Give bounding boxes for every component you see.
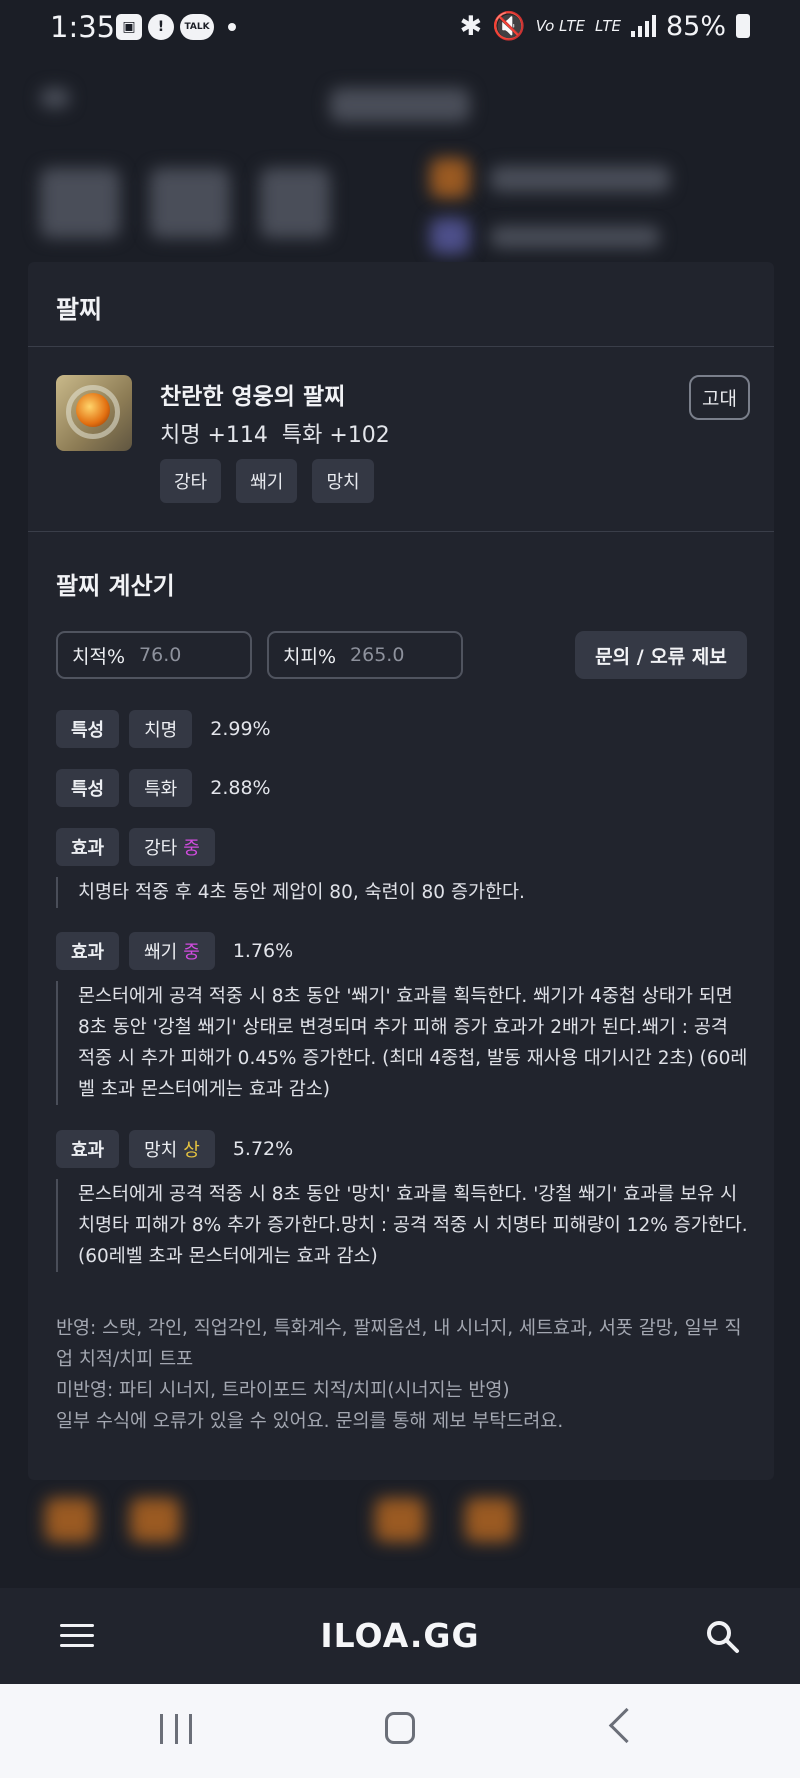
blurred-text bbox=[490, 166, 670, 192]
note-disclaimer: 일부 수식에 오류가 있을 수 있어요. 문의를 통해 제보 부탁드려요. bbox=[56, 1411, 564, 1432]
modal-title: 팔찌 bbox=[56, 295, 103, 324]
status-bar: 1:35 ▣ ! TALK ✱ 🔇 Vo LTE LTE 85% bbox=[0, 0, 800, 58]
row-type-chip: 효과 bbox=[56, 1130, 120, 1168]
crit-rate-label: 치적% bbox=[72, 645, 126, 668]
blurred-text bbox=[490, 226, 660, 248]
effect-name: 쐐기 bbox=[144, 942, 178, 963]
row-type-chip: 효과 bbox=[56, 932, 120, 970]
blurred-icon bbox=[375, 1498, 425, 1542]
alert-icon: ! bbox=[148, 14, 174, 40]
stat-row-specialization: 특성 특화 2.88% bbox=[56, 769, 271, 807]
crit-damage-value: 265.0 bbox=[350, 644, 405, 666]
item-stat-crit: 치명 +114 bbox=[160, 423, 268, 448]
grade-badge: 고대 bbox=[689, 375, 750, 420]
row-value: 5.72% bbox=[232, 1138, 294, 1160]
row-value: 1.76% bbox=[232, 940, 294, 962]
blurred-icon bbox=[430, 218, 470, 254]
calculator-notes: 반영: 스탯, 각인, 직업각인, 특화계수, 팔찌옵션, 내 시너지, 세트효… bbox=[56, 1313, 756, 1437]
signal-icon bbox=[630, 15, 656, 37]
effect-description: 몬스터에게 공격 적중 시 8초 동안 '쐐기' 효과를 획득한다. 쐐기가 4… bbox=[56, 981, 748, 1105]
blurred-icon bbox=[430, 158, 470, 198]
bracelet-image bbox=[56, 375, 132, 451]
effect-name: 망치 bbox=[144, 1140, 178, 1161]
row-type-chip: 특성 bbox=[56, 710, 120, 748]
report-error-button[interactable]: 문의 / 오류 제보 bbox=[575, 631, 747, 679]
mute-icon: 🔇 bbox=[492, 11, 526, 42]
item-tags: 강타 쐐기 망치 bbox=[160, 459, 384, 503]
row-value: 2.99% bbox=[210, 718, 271, 740]
row-type-chip: 효과 bbox=[56, 828, 120, 866]
battery-percent: 85% bbox=[665, 10, 726, 42]
blurred-icon bbox=[130, 1498, 180, 1542]
status-time: 1:35 bbox=[50, 10, 116, 44]
item-stats: 치명 +114 특화 +102 bbox=[160, 417, 390, 449]
effect-description: 몬스터에게 공격 적중 시 8초 동안 '망치' 효과를 획득한다. '강철 쐐… bbox=[56, 1179, 748, 1272]
recent-apps-icon[interactable] bbox=[160, 1714, 192, 1744]
lte-icon: LTE bbox=[595, 17, 621, 35]
row-type-chip: 특성 bbox=[56, 769, 120, 807]
bracelet-modal: 팔찌 찬란한 영웅의 팔찌 치명 +114 특화 +102 고대 강타 쐐기 망치… bbox=[28, 262, 774, 1480]
more-notifications-dot bbox=[228, 23, 236, 31]
home-icon[interactable] bbox=[385, 1712, 415, 1744]
volte-icon: Vo LTE bbox=[535, 17, 585, 35]
system-navigation-bar bbox=[0, 1684, 800, 1778]
app-bar: ILOA.GG bbox=[0, 1588, 800, 1684]
row-value: 2.88% bbox=[210, 777, 271, 799]
blurred-stat bbox=[260, 168, 330, 238]
item-tag: 강타 bbox=[160, 459, 222, 503]
blurred-title bbox=[330, 88, 470, 122]
note-not-applied: 미반영: 파티 시너지, 트라이포드 치적/치피(시너지는 반영) bbox=[56, 1380, 510, 1401]
effect-name: 강타 bbox=[144, 838, 178, 859]
bracelet-gem bbox=[76, 393, 110, 427]
blurred-icon bbox=[465, 1498, 515, 1542]
row-name-chip: 특화 bbox=[129, 769, 193, 807]
system-status-icons: ✱ 🔇 Vo LTE LTE 85% bbox=[459, 10, 750, 42]
calculator-title: 팔찌 계산기 bbox=[56, 572, 175, 600]
blurred-stat bbox=[150, 168, 230, 238]
bracelet-item: 찬란한 영웅의 팔찌 치명 +114 특화 +102 고대 강타 쐐기 망치 bbox=[28, 347, 774, 532]
crit-rate-value: 76.0 bbox=[139, 644, 182, 666]
effect-level-high: 상 bbox=[183, 1140, 200, 1161]
effect-row-hammer: 효과 망치 상 5.72% bbox=[56, 1130, 293, 1168]
item-stat-specialization: 특화 +102 bbox=[281, 423, 390, 448]
kakaotalk-icon: TALK bbox=[180, 14, 214, 40]
item-tag: 쐐기 bbox=[236, 459, 298, 503]
crit-rate-input[interactable]: 치적% 76.0 bbox=[56, 631, 252, 679]
row-name-chip: 쐐기 중 bbox=[129, 932, 215, 970]
effect-row-wedge: 효과 쐐기 중 1.76% bbox=[56, 932, 293, 970]
effect-description: 치명타 적중 후 4초 동안 제압이 80, 숙련이 80 증가한다. bbox=[56, 877, 748, 908]
blurred-stat bbox=[40, 168, 120, 238]
modal-header: 팔찌 bbox=[28, 262, 774, 347]
bluetooth-icon: ✱ bbox=[459, 10, 483, 42]
gallery-icon: ▣ bbox=[116, 14, 142, 40]
site-logo[interactable]: ILOA.GG bbox=[0, 1616, 800, 1655]
item-tag: 망치 bbox=[312, 459, 374, 503]
effect-row-gangta: 효과 강타 중 bbox=[56, 828, 225, 866]
blurred-icon bbox=[45, 1498, 95, 1542]
search-icon[interactable] bbox=[706, 1620, 740, 1654]
note-applied: 반영: 스탯, 각인, 직업각인, 특화계수, 팔찌옵션, 내 시너지, 세트효… bbox=[56, 1318, 742, 1370]
row-name-chip: 강타 중 bbox=[129, 828, 215, 866]
row-name-chip: 망치 상 bbox=[129, 1130, 215, 1168]
notification-icons: ▣ ! TALK bbox=[116, 14, 236, 40]
row-name-chip: 치명 bbox=[129, 710, 193, 748]
effect-level-mid: 중 bbox=[183, 942, 200, 963]
item-name: 찬란한 영웅의 팔찌 bbox=[160, 384, 346, 410]
crit-damage-label: 치피% bbox=[283, 645, 337, 668]
crit-damage-input[interactable]: 치피% 265.0 bbox=[267, 631, 463, 679]
battery-icon bbox=[736, 14, 750, 38]
stat-row-crit: 특성 치명 2.99% bbox=[56, 710, 271, 748]
back-icon[interactable] bbox=[608, 1707, 645, 1744]
effect-level-mid: 중 bbox=[183, 838, 200, 859]
blurred-back-button bbox=[40, 88, 70, 108]
